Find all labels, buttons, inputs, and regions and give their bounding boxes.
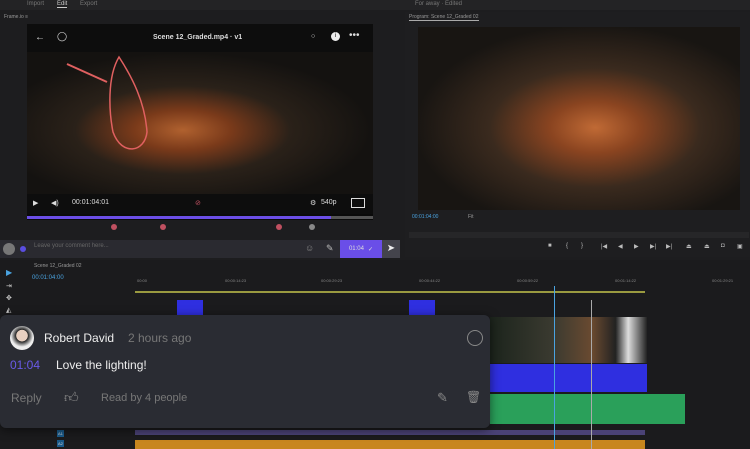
move-tool-icon[interactable]: ✥ bbox=[6, 294, 12, 302]
mark-out-icon[interactable]: } bbox=[581, 243, 583, 249]
track-select-icon[interactable]: ⇥ bbox=[6, 282, 12, 290]
audio-track-clip[interactable] bbox=[135, 440, 645, 449]
program-timecode[interactable]: 00:01:04:00 bbox=[412, 214, 438, 220]
read-receipt: Read by 4 people bbox=[101, 392, 188, 404]
volume-icon[interactable]: ◀) bbox=[51, 199, 59, 207]
ruler-tick: 00:00 bbox=[137, 278, 148, 283]
comment-marker[interactable] bbox=[111, 224, 117, 230]
emoji-icon[interactable]: ☺ bbox=[305, 243, 314, 253]
fullscreen-icon[interactable] bbox=[351, 198, 365, 208]
comment-card: Robert David 2 hours ago 01:04 Love the … bbox=[0, 315, 490, 428]
step-forward-icon[interactable]: ▶| bbox=[650, 243, 656, 250]
track-label-a2[interactable]: A2 bbox=[57, 440, 64, 447]
comment-text: Love the lighting! bbox=[56, 358, 147, 372]
selection-tool-icon[interactable]: ▶ bbox=[6, 268, 12, 277]
go-to-out-icon[interactable]: ▶| bbox=[666, 243, 672, 250]
send-icon: ➤ bbox=[386, 243, 396, 254]
timeline-timecode[interactable]: 00:01:04:00 bbox=[32, 275, 64, 281]
source-video-frame[interactable] bbox=[27, 52, 373, 194]
brush-icon[interactable]: ✎ bbox=[326, 243, 334, 254]
play-icon[interactable]: ▶ bbox=[634, 243, 639, 250]
comment-author: Robert David bbox=[44, 331, 115, 345]
work-area-bar[interactable] bbox=[135, 291, 645, 293]
annotation-link-icon[interactable]: ⊘ bbox=[195, 199, 201, 207]
export-frame-icon[interactable]: ◘ bbox=[721, 243, 725, 249]
top-bar: Import Edit Export For away · Edited bbox=[0, 0, 750, 10]
comment-marker[interactable] bbox=[160, 224, 166, 230]
back-arrow-icon[interactable]: ← bbox=[35, 32, 45, 43]
compare-icon[interactable]: ▣ bbox=[737, 243, 743, 250]
step-back-icon[interactable]: ◀ bbox=[618, 243, 623, 250]
quality-select[interactable]: 540p bbox=[321, 199, 337, 206]
go-to-in-icon[interactable]: |◀ bbox=[601, 243, 607, 250]
reply-button[interactable]: Reply bbox=[11, 391, 42, 405]
comment-marker[interactable] bbox=[309, 224, 315, 230]
insert-icon[interactable]: ⏏ bbox=[686, 243, 692, 250]
panel-title: Frame.io bbox=[4, 14, 24, 20]
status-dot-icon bbox=[20, 246, 26, 252]
program-scrubber[interactable] bbox=[409, 232, 749, 238]
file-title[interactable]: Scene 12_Graded.mp4 · v1 bbox=[153, 34, 242, 41]
thumbs-up-icon[interactable]: 👍︎ bbox=[64, 389, 79, 406]
audio-clip-a2[interactable] bbox=[490, 394, 685, 424]
timecode-display[interactable]: 00:01:04:01 bbox=[72, 199, 109, 206]
edit-pencil-icon[interactable]: ✎ bbox=[437, 390, 448, 406]
track-label-a1[interactable]: A1 bbox=[57, 430, 64, 437]
ruler-tick: 00:01:14:22 bbox=[615, 278, 637, 283]
comment-timestamp[interactable]: 01:04 bbox=[10, 358, 40, 372]
comment-marker[interactable] bbox=[276, 224, 282, 230]
ruler-tick: 00:00:59:22 bbox=[517, 278, 539, 283]
video-clip-thumbnails[interactable] bbox=[490, 317, 647, 363]
video-clip[interactable] bbox=[177, 300, 203, 315]
hamburger-icon[interactable]: ≡ bbox=[25, 14, 28, 20]
ruler-tick: 00:00:29:23 bbox=[321, 278, 343, 283]
fit-select[interactable]: Fit bbox=[468, 214, 474, 220]
edit-line bbox=[591, 300, 592, 449]
ruler-tick: 00:00:44:22 bbox=[419, 278, 441, 283]
project-status: For away · Edited bbox=[415, 1, 463, 7]
timestamp-toggle-button[interactable]: 01:04 ✓ bbox=[340, 240, 382, 258]
settings-gear-icon[interactable]: ⚙ bbox=[310, 199, 316, 207]
tab-export[interactable]: Export bbox=[80, 1, 97, 7]
audio-clip-a1[interactable] bbox=[490, 364, 647, 392]
trash-icon[interactable]: 🗑︎ bbox=[466, 390, 481, 404]
send-button[interactable]: ➤ bbox=[382, 240, 400, 258]
resolve-circle-icon[interactable] bbox=[467, 330, 483, 346]
ruler-tick: 00:01:29:21 bbox=[712, 278, 734, 283]
program-title[interactable]: Program: Scene 12_Graded 02 bbox=[409, 14, 479, 21]
timestamp-label: 01:04 bbox=[348, 246, 364, 252]
annotation-drawing bbox=[66, 55, 148, 150]
playhead[interactable] bbox=[554, 286, 555, 449]
tab-import[interactable]: Import bbox=[27, 1, 44, 7]
author-avatar bbox=[10, 326, 34, 350]
tab-edit[interactable]: Edit bbox=[57, 1, 68, 8]
ruler-tick: 00:00:14:23 bbox=[225, 278, 247, 283]
comment-icon[interactable]: ◯ bbox=[57, 31, 67, 42]
source-panel-title[interactable]: Frame.io ≡ bbox=[4, 14, 28, 20]
audio-keyframes-row bbox=[135, 430, 645, 435]
frameio-player: ← ◯ Scene 12_Graded.mp4 · v1 ○ i ••• ▶ ◀… bbox=[27, 24, 373, 220]
progress-fill bbox=[27, 216, 332, 219]
play-icon[interactable]: ▶ bbox=[33, 199, 38, 207]
comment-time: 2 hours ago bbox=[128, 331, 192, 345]
check-icon: ✓ bbox=[367, 246, 374, 253]
marker-icon[interactable]: ■ bbox=[548, 243, 552, 249]
comment-bar: Leave your comment here... ☺ ✎ 01:04 ✓ ➤ bbox=[0, 240, 400, 258]
info-icon[interactable]: i bbox=[331, 32, 340, 41]
comment-input[interactable]: Leave your comment here... bbox=[34, 243, 109, 249]
player-progress-bar[interactable] bbox=[27, 216, 373, 219]
program-video-frame bbox=[418, 27, 740, 210]
overwrite-icon[interactable]: ⏏ bbox=[704, 243, 710, 250]
video-clip[interactable] bbox=[409, 300, 435, 315]
player-controls: ▶ ◀) 00:01:04:01 ⊘ ⚙ 540p bbox=[27, 194, 373, 214]
more-icon[interactable]: ••• bbox=[349, 30, 360, 41]
ripple-tool-icon[interactable]: ◭ bbox=[6, 306, 11, 314]
status-circle-icon[interactable]: ○ bbox=[311, 33, 315, 40]
sequence-tab[interactable]: Scene 12_Graded 02 bbox=[34, 263, 82, 269]
user-avatar bbox=[3, 243, 15, 255]
mark-in-icon[interactable]: { bbox=[566, 243, 568, 249]
player-header: ← ◯ Scene 12_Graded.mp4 · v1 ○ i ••• bbox=[27, 24, 373, 52]
